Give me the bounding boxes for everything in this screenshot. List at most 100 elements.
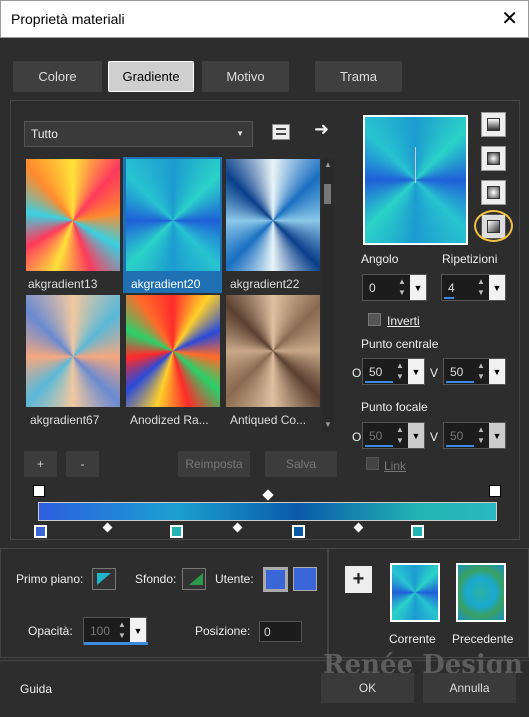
cancel-button[interactable]: Annulla [423, 673, 516, 703]
gradient-bar[interactable] [38, 502, 497, 521]
center-o-fill [365, 381, 393, 383]
gradient-name: akgradient20 [131, 277, 201, 291]
stepper-arrows-icon[interactable]: ▲ ▼ [474, 424, 488, 446]
position-label: Posizione: [195, 624, 251, 638]
opacity-value: 100 [90, 624, 111, 638]
previous-gradient-preview[interactable] [456, 563, 506, 622]
scrollbar-thumb[interactable] [324, 184, 331, 204]
center-o-value: 50 [369, 365, 383, 379]
stepper-arrows-icon[interactable]: ▲ ▼ [393, 360, 407, 382]
opacity-stepper[interactable]: 100 ▲ ▼ ▼ [83, 617, 148, 645]
stepper-arrows-icon[interactable]: ▲ ▼ [393, 424, 407, 446]
focal-o-fill [365, 445, 393, 447]
tab-colore[interactable]: Colore [13, 61, 102, 92]
center-v-label: V [430, 366, 439, 380]
gradient-name: akgradient13 [28, 277, 98, 291]
opacity-stop-left[interactable] [33, 485, 45, 497]
chevron-down-icon[interactable]: ▼ [410, 275, 426, 300]
scroll-down-icon[interactable]: ▼ [324, 420, 332, 429]
gradient-item-selected[interactable]: akgradient20 [123, 157, 222, 293]
stepper-arrows-icon[interactable]: ▲ ▼ [115, 619, 129, 641]
tab-trama[interactable]: Trama [315, 61, 402, 92]
repeats-label: Ripetizioni [442, 252, 498, 266]
sunburst-gradient-style-icon[interactable] [481, 180, 506, 205]
gradient-item[interactable]: akgradient67 [24, 295, 122, 431]
focal-o-label: O [352, 430, 362, 444]
tab-motivo[interactable]: Motivo [202, 61, 289, 92]
position-input[interactable]: 0 [259, 621, 302, 642]
gradient-preview [26, 295, 120, 407]
angle-handle[interactable] [415, 147, 416, 183]
title-bar: Proprietà materiali ✕ [0, 0, 529, 38]
user-color-swatch[interactable] [263, 567, 288, 592]
chevron-down-icon: ▼ [236, 129, 244, 138]
color-stop[interactable] [411, 525, 424, 538]
repeats-stepper[interactable]: 4 ▲ ▼ ▼ [441, 274, 506, 301]
gradient-item[interactable]: Antiqued Co... [224, 295, 322, 431]
linear-gradient-style-icon[interactable] [481, 112, 506, 137]
chevron-down-icon[interactable]: ▼ [489, 359, 505, 384]
chevron-down-icon[interactable]: ▼ [408, 359, 424, 384]
ok-button[interactable]: OK [321, 673, 414, 703]
save-gradient-button[interactable]: Salva [265, 451, 337, 477]
gradient-name: Anodized Ra... [130, 413, 209, 427]
stepper-arrows-icon[interactable]: ▲ ▼ [474, 276, 488, 298]
invert-checkbox[interactable] [368, 313, 381, 326]
background-swatch[interactable] [182, 568, 206, 590]
gradient-preview-large[interactable] [363, 115, 468, 245]
rectangular-gradient-style-icon[interactable] [481, 146, 506, 171]
user-label: Utente: [215, 572, 254, 586]
invert-label: Inverti [387, 314, 420, 328]
stepper-arrows-icon[interactable]: ▲ ▼ [474, 360, 488, 382]
gradient-item[interactable]: akgradient22 [224, 157, 322, 293]
add-to-library-button[interactable]: + [345, 566, 372, 593]
remove-gradient-button[interactable]: - [66, 451, 99, 477]
angle-value: 0 [369, 281, 376, 295]
angle-stepper[interactable]: 0 ▲ ▼ ▼ [362, 274, 427, 301]
gradient-library-icon[interactable] [272, 124, 290, 140]
gradient-list-scrollbar[interactable]: ▲ ▼ [322, 158, 334, 432]
link-checkbox[interactable] [366, 457, 379, 470]
gradient-preview [26, 159, 120, 271]
repeats-fill [444, 297, 454, 299]
gradient-name: akgradient22 [230, 277, 300, 291]
center-o-stepper[interactable]: 50 ▲ ▼ ▼ [362, 358, 425, 385]
gradient-preview [226, 295, 320, 407]
focal-point-label: Punto focale [361, 400, 428, 414]
center-v-stepper[interactable]: 50 ▲ ▼ ▼ [443, 358, 506, 385]
arrow-right-icon[interactable]: ➜ [314, 119, 329, 140]
chevron-down-icon[interactable]: ▼ [489, 275, 505, 300]
gradient-item[interactable]: akgradient13 [24, 157, 122, 293]
focal-v-label: V [430, 430, 439, 444]
opacity-label: Opacità: [28, 624, 73, 638]
tab-gradiente[interactable]: Gradiente [108, 61, 194, 92]
angle-label: Angolo [361, 252, 399, 266]
chevron-down-icon[interactable]: ▼ [130, 618, 146, 644]
category-value: Tutto [31, 127, 58, 141]
color-stop[interactable] [170, 525, 183, 538]
focal-v-stepper[interactable]: 50 ▲ ▼ ▼ [443, 422, 506, 449]
background-label: Sfondo: [135, 572, 177, 586]
foreground-swatch[interactable] [92, 568, 116, 590]
add-gradient-button[interactable]: + [24, 451, 57, 477]
gradient-name: akgradient67 [30, 413, 100, 427]
close-icon[interactable]: ✕ [501, 7, 518, 31]
user-color-swatch-alt[interactable] [293, 567, 317, 591]
color-stop[interactable] [292, 525, 305, 538]
category-dropdown[interactable]: Tutto ▼ [24, 121, 253, 147]
opacity-stop-right[interactable] [489, 485, 501, 497]
reset-button[interactable]: Reimposta [178, 451, 250, 477]
chevron-down-icon[interactable]: ▼ [489, 423, 505, 448]
color-stop[interactable] [34, 525, 47, 538]
current-gradient-preview[interactable] [390, 563, 440, 622]
scroll-up-icon[interactable]: ▲ [324, 160, 332, 169]
help-link[interactable]: Guida [20, 682, 52, 696]
foreground-triangle-icon [97, 573, 111, 585]
chevron-down-icon[interactable]: ▼ [408, 423, 424, 448]
center-point-label: Punto centrale [361, 337, 439, 351]
focal-v-fill [446, 445, 474, 447]
stepper-arrows-icon[interactable]: ▲ ▼ [395, 276, 409, 298]
gradient-item[interactable]: Anodized Ra... [124, 295, 222, 431]
focal-o-stepper[interactable]: 50 ▲ ▼ ▼ [362, 422, 425, 449]
gradient-preview [226, 159, 320, 271]
